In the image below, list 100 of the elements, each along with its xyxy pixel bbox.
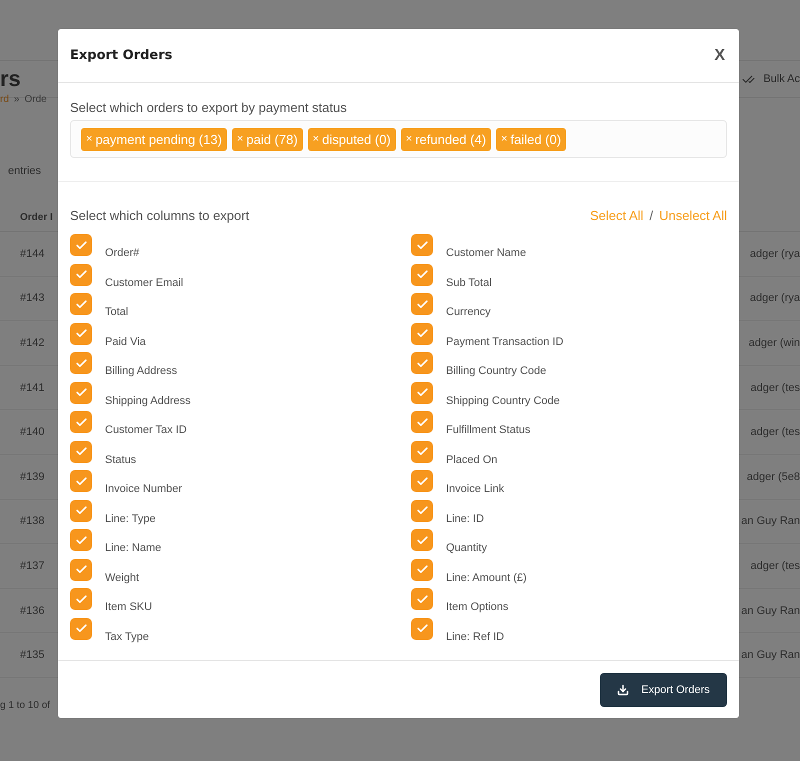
checkbox[interactable] — [411, 529, 433, 551]
column-option-label: Sub Total — [446, 276, 492, 290]
customer-cell: adger (win — [748, 336, 800, 349]
checkbox[interactable] — [411, 352, 433, 374]
check-icon — [74, 386, 88, 399]
customer-cell: adger (rya — [750, 292, 800, 304]
breadcrumb-link[interactable]: rd — [0, 94, 9, 105]
checkbox[interactable] — [70, 293, 92, 315]
order-number-cell: #142 — [20, 336, 44, 349]
customer-cell: an Guy Ran — [741, 604, 800, 617]
tag-remove-button[interactable]: × — [406, 133, 412, 145]
checkbox[interactable] — [411, 293, 433, 315]
check-icon — [74, 445, 88, 458]
check-icon — [416, 238, 428, 252]
tag-remove-button[interactable]: × — [236, 133, 244, 145]
check-icon — [74, 298, 88, 310]
checkbox[interactable] — [411, 588, 433, 610]
checkbox[interactable] — [70, 529, 92, 551]
customer-cell: adger (rya — [750, 248, 800, 260]
column-option-label: Status — [105, 454, 136, 468]
order-number-cell: #135 — [20, 649, 44, 662]
customer-cell: an Guy Ran — [741, 649, 800, 662]
bulk-actions-button[interactable]: Bulk Ac — [763, 73, 800, 85]
check-icon — [74, 238, 88, 252]
tag-remove-button[interactable]: × — [312, 133, 320, 145]
customer-cell: adger (tes — [750, 382, 800, 394]
status-filter-label: Select which orders to export by payment status — [70, 100, 348, 115]
status-tag-field[interactable]: × payment pending (13) × paid (78) × disputed (0) × refunded (4) × failed (0) — [70, 120, 727, 158]
check-icon — [74, 504, 88, 517]
column-option-label: Customer Tax ID — [105, 424, 187, 438]
checkbox[interactable] — [411, 558, 433, 580]
checkbox[interactable] — [411, 322, 433, 344]
order-number-cell: #144 — [20, 248, 44, 260]
checkbox[interactable] — [411, 411, 433, 433]
tag-remove-button[interactable]: × — [86, 133, 92, 145]
link-separator: / — [649, 208, 654, 223]
column-option-label: Customer Name — [446, 247, 526, 261]
check-icon — [416, 534, 428, 546]
column-option-label: Fulfillment Status — [446, 424, 530, 438]
checkbox[interactable] — [411, 470, 433, 492]
checkbox[interactable] — [411, 500, 433, 522]
check-icon — [74, 592, 88, 606]
checkbox[interactable] — [70, 352, 92, 374]
tag-label: paid (78) — [246, 132, 298, 146]
checkbox[interactable] — [411, 440, 433, 462]
checkbox[interactable] — [70, 588, 92, 610]
check-icon — [74, 327, 88, 340]
checkbox[interactable] — [70, 411, 92, 433]
checkbox[interactable] — [70, 558, 92, 580]
double-check-icon — [742, 72, 756, 86]
check-icon — [416, 592, 428, 606]
checkbox[interactable] — [411, 234, 433, 256]
tag-label: refunded (4) — [415, 132, 486, 146]
tag-remove-button[interactable]: × — [501, 133, 508, 145]
column-option-label: Line: Name — [105, 542, 162, 556]
checkbox[interactable] — [70, 382, 92, 404]
tag-label: payment pending (13) — [95, 132, 222, 146]
check-icon — [416, 622, 428, 635]
checkbox[interactable] — [70, 234, 92, 256]
order-number-cell: #140 — [20, 426, 44, 438]
customer-cell: an Guy Ran — [741, 515, 800, 528]
checkbox[interactable] — [411, 264, 433, 286]
checkbox[interactable] — [70, 500, 92, 522]
column-option-label: Currency — [446, 306, 491, 320]
check-icon — [416, 563, 428, 576]
tag-label: failed (0) — [510, 132, 562, 146]
check-icon — [74, 622, 88, 635]
column-option-label: Line: Type — [105, 512, 156, 526]
column-option-label: Placed On — [446, 454, 498, 468]
order-number-cell: #138 — [20, 515, 44, 528]
customer-cell: adger (5e8 — [746, 470, 800, 483]
tag-label: disputed (0) — [322, 132, 391, 146]
export-orders-button[interactable]: Export Orders — [600, 672, 727, 706]
checkbox[interactable] — [411, 382, 433, 404]
checkbox[interactable] — [70, 322, 92, 344]
checkbox[interactable] — [411, 618, 433, 640]
column-option-label: Invoice Link — [446, 483, 504, 497]
entries-label: entries — [8, 165, 42, 177]
columns-label: Select which columns to export — [70, 208, 250, 223]
dialog-title: Export Orders — [70, 48, 172, 63]
select-all-link[interactable]: Select All — [590, 208, 644, 223]
customer-cell: adger (tes — [750, 560, 800, 572]
checkbox[interactable] — [70, 470, 92, 492]
checkbox[interactable] — [70, 618, 92, 640]
unselect-all-link[interactable]: Unselect All — [659, 208, 727, 223]
check-icon — [416, 298, 428, 310]
column-option-label: Order# — [105, 247, 140, 261]
checkbox[interactable] — [70, 440, 92, 462]
column-option-label: Shipping Country Code — [446, 394, 560, 408]
download-icon — [617, 684, 630, 696]
order-number-cell: #137 — [20, 560, 44, 572]
check-icon — [416, 474, 428, 488]
close-button[interactable]: X — [714, 46, 725, 64]
check-icon — [74, 416, 88, 428]
column-header[interactable]: Order I — [20, 212, 53, 222]
check-icon — [416, 327, 428, 340]
checkbox[interactable] — [70, 264, 92, 286]
pagination-info: g 1 to 10 of — [0, 700, 50, 711]
column-option-label: Total — [105, 306, 128, 320]
column-option-label: Line: Ref ID — [446, 630, 504, 644]
